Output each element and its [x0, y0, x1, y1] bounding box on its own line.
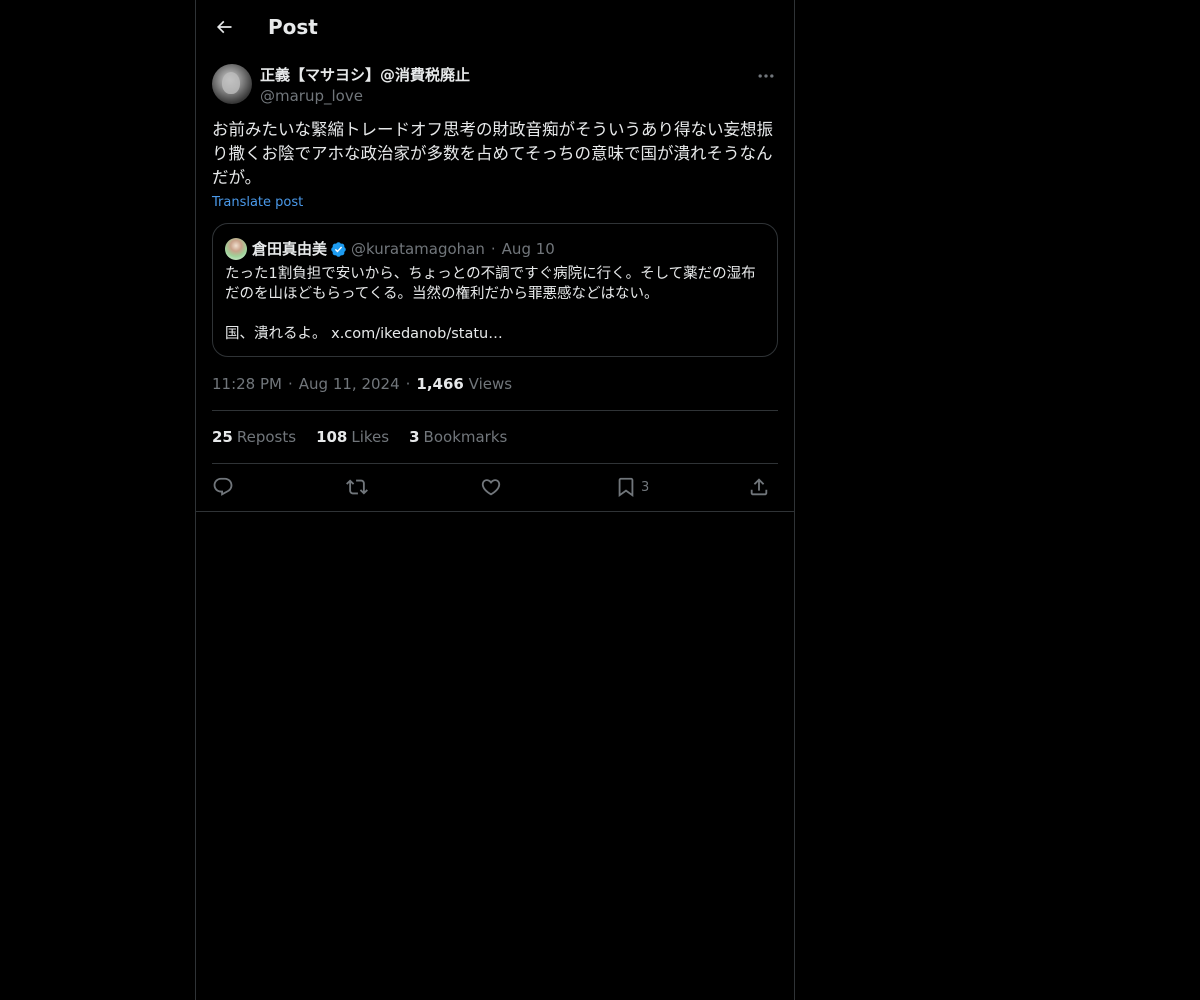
quoted-post[interactable]: 倉田真由美 @kuratamagohan · Aug 10 たった1割負担で安い…: [212, 223, 778, 357]
page-header: Post: [196, 0, 794, 54]
quoted-post-text: たった1割負担で安いから、ちょっとの不調ですぐ病院に行く。そして薬だの湿布だのを…: [225, 264, 765, 344]
heart-icon: [481, 479, 501, 496]
arrow-left-icon: [216, 20, 232, 34]
reposts-count: 25: [212, 428, 233, 446]
quoted-separator: ·: [490, 240, 496, 258]
repost-icon: [346, 479, 368, 495]
bookmark-icon: [618, 477, 634, 498]
bookmarks-count: 3: [409, 428, 420, 446]
quoted-post-paragraph: 国、潰れるよ。 x.com/ikedanob/statu…: [225, 326, 503, 342]
author-avatar[interactable]: [212, 64, 252, 104]
post-date[interactable]: Aug 11, 2024: [299, 375, 400, 393]
repost-button[interactable]: [346, 475, 368, 499]
divider: [212, 410, 778, 411]
bookmarks-stat[interactable]: 3 Bookmarks: [409, 427, 507, 447]
quoted-post-date: Aug 10: [501, 240, 555, 258]
back-button[interactable]: [208, 11, 240, 43]
page-title: Post: [268, 15, 318, 39]
quoted-author-avatar: [225, 238, 247, 260]
more-horizontal-icon: [758, 74, 774, 78]
like-button[interactable]: [480, 475, 502, 499]
share-icon: [750, 478, 768, 496]
views-label: Views: [468, 375, 513, 393]
reposts-label: Reposts: [236, 428, 297, 446]
post-actions: 3: [212, 475, 778, 499]
reply-icon: [213, 477, 233, 496]
likes-label: Likes: [351, 428, 390, 446]
quoted-post-paragraph: たった1割負担で安いから、ちょっとの不調ですぐ病院に行く。そして薬だの湿布だのを…: [225, 266, 756, 302]
views-count: 1,466: [416, 375, 464, 393]
quoted-post-header: 倉田真由美 @kuratamagohan · Aug 10: [225, 237, 555, 261]
post-time[interactable]: 11:28 PM: [212, 375, 282, 393]
post-column: Post 正義【マサヨシ】@消費税廃止 @marup_love お前みたいな緊縮…: [195, 0, 795, 1000]
bookmarks-label: Bookmarks: [423, 428, 508, 446]
likes-stat[interactable]: 108 Likes: [316, 427, 389, 447]
share-button[interactable]: [748, 475, 770, 499]
meta-separator: ·: [287, 375, 293, 393]
post-bottom-border: [196, 511, 794, 512]
quoted-author-handle: @kuratamagohan: [351, 240, 485, 258]
reposts-stat[interactable]: 25 Reposts: [212, 427, 296, 447]
post-text: お前みたいな緊縮トレードオフ思考の財政音痴がそういうあり得ない妄想振り撒くお陰で…: [212, 120, 773, 187]
quoted-author-name: 倉田真由美: [252, 240, 328, 258]
bookmark-action-count: 3: [641, 479, 650, 495]
translate-post-link[interactable]: Translate post: [212, 194, 303, 212]
author-handle[interactable]: @marup_love: [260, 86, 363, 106]
meta-separator: ·: [405, 375, 411, 393]
bookmark-button[interactable]: 3: [615, 475, 649, 499]
more-options-button[interactable]: [754, 64, 778, 88]
divider: [212, 463, 778, 464]
post-metadata: 11:28 PM · Aug 11, 2024 · 1,466 Views: [212, 374, 512, 394]
verified-badge-icon: [331, 241, 346, 257]
post-author: 正義【マサヨシ】@消費税廃止 @marup_love: [212, 64, 778, 108]
engagement-stats: 25 Reposts 108 Likes 3 Bookmarks: [212, 427, 527, 447]
reply-button[interactable]: [212, 475, 234, 499]
author-name[interactable]: 正義【マサヨシ】@消費税廃止: [260, 65, 470, 85]
likes-count: 108: [316, 428, 348, 446]
avatar-image: [222, 72, 240, 94]
